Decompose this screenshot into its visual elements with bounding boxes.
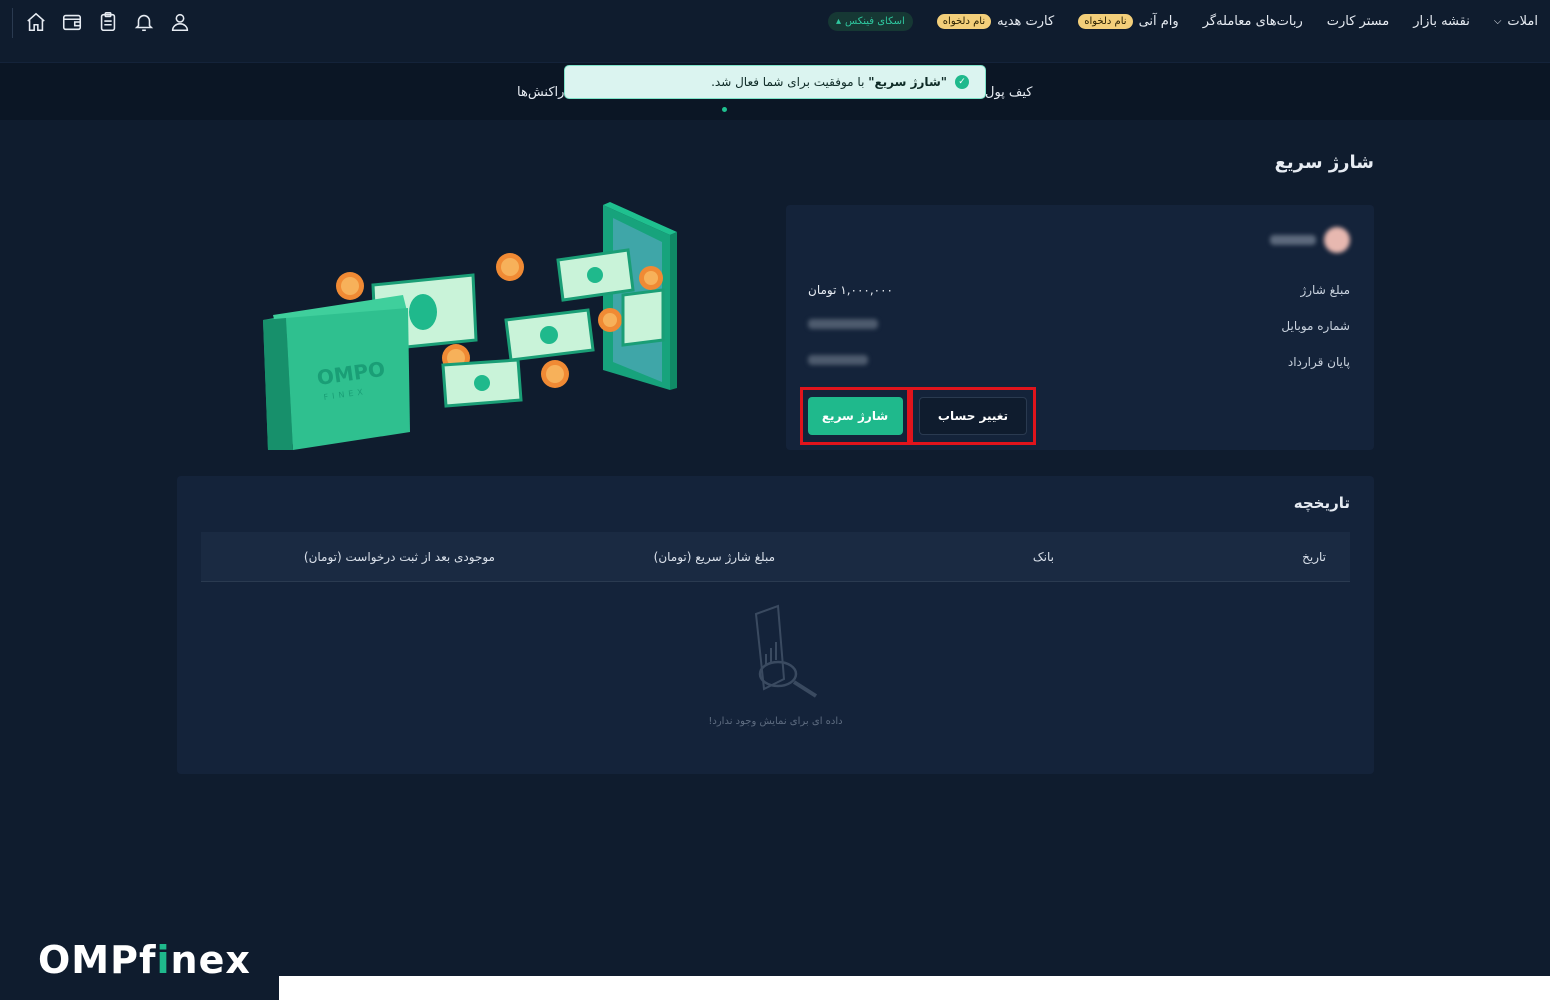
brand-text: OMPf (38, 938, 157, 982)
page-title: شارژ سریع (1274, 152, 1374, 173)
wallet-illustration: OMPO FINEX (263, 295, 410, 450)
info-row-mobile: شماره موبایل (808, 319, 1350, 333)
chevron-down-icon: ⌵ (1493, 15, 1502, 27)
nav-icon-group (24, 10, 192, 34)
nav-item-label: ربات‌های معامله‌گر (1202, 13, 1303, 29)
column-header-amount: مبلغ شارژ سریع (تومان) (653, 550, 775, 564)
quick-charge-info-card: مبلغ شارژ ۱,۰۰۰,۰۰۰ تومان شماره موبایل پ… (786, 205, 1374, 450)
amount-value: ۱,۰۰۰,۰۰۰ تومان (808, 283, 893, 297)
success-toast: ✓ "شارژ سریع" با موفقیت برای شما فعال شد… (564, 65, 986, 99)
nav-item-gift-card[interactable]: کارت هدیه نام دلخواه (925, 13, 1066, 29)
change-account-button[interactable]: تغییر حساب (919, 397, 1027, 435)
history-title: تاریخچه (1293, 494, 1350, 512)
nav-item-trading-bots[interactable]: ربات‌های معامله‌گر (1191, 14, 1315, 29)
change-account-highlight: تغییر حساب (910, 387, 1036, 445)
nav-item-master-card[interactable]: مستر کارت (1315, 14, 1401, 29)
empty-state: داده ای برای نمایش وجود ندارد! (177, 604, 1374, 727)
amount-label: مبلغ شارژ (1300, 283, 1350, 297)
quick-charge-button[interactable]: شارژ سریع (807, 397, 903, 435)
column-header-balance: موجودی بعد از ثبت درخواست (تومان) (303, 550, 495, 564)
table-header: تاریخ بانک مبلغ شارژ سریع (تومان) موجودی… (201, 532, 1350, 582)
tab-transactions[interactable]: راکنش‌ها (517, 85, 564, 100)
nav-item-market-map[interactable]: نقشه بازار (1401, 14, 1482, 29)
column-header-date: تاریخ (1302, 550, 1326, 564)
home-icon[interactable] (24, 10, 48, 34)
tab-wallet[interactable]: کیف پول (985, 85, 1032, 100)
quick-charge-illustration: OMPO FINEX (258, 200, 678, 455)
active-tab-indicator (722, 107, 727, 112)
nav-item-instant-loan[interactable]: وام آنی نام دلخواه (1066, 13, 1190, 29)
history-card: تاریخچه تاریخ بانک مبلغ شارژ سریع (تومان… (177, 476, 1374, 774)
empty-state-text: داده ای برای نمایش وجود ندارد! (708, 716, 843, 727)
avatar (1324, 227, 1350, 253)
wallet-icon[interactable] (60, 10, 84, 34)
clipboard-icon[interactable] (96, 10, 120, 34)
bottom-strip (279, 976, 1550, 1000)
nav-badge: نام دلخواه (1078, 13, 1133, 29)
user-row (1270, 227, 1350, 253)
nav-badge: نام دلخواه (936, 13, 992, 29)
nav-item-label: کارت هدیه (997, 13, 1055, 29)
brand-accent: i (156, 938, 171, 982)
empty-search-icon (754, 604, 817, 698)
bell-icon[interactable] (132, 10, 156, 34)
nav-item-label: املات (1507, 13, 1538, 29)
nav-item-label: نقشه بازار (1413, 13, 1470, 29)
brand-logo: OMPfinex (38, 938, 251, 982)
toast-highlight: "شارژ سریع" (868, 75, 947, 89)
info-row-amount: مبلغ شارژ ۱,۰۰۰,۰۰۰ تومان (808, 283, 1350, 297)
mobile-label: شماره موبایل (1281, 319, 1350, 333)
caret-up-icon: ▴ (835, 15, 841, 27)
quick-charge-highlight: شارژ سریع (800, 387, 910, 445)
toast-message: "شارژ سریع" با موفقیت برای شما فعال شد. (711, 75, 947, 89)
top-navbar: املات ⌵ نقشه بازار مستر کارت ربات‌های مع… (0, 0, 1550, 62)
skyfinex-badge: اسکای فینکس ▴ (827, 11, 913, 31)
nav-divider (12, 8, 13, 38)
toast-text: با موفقیت برای شما فعال شد. (711, 75, 869, 89)
mobile-value-blurred (808, 319, 878, 329)
nav-item-label: وام آنی (1138, 13, 1179, 29)
user-name-blurred (1270, 235, 1316, 245)
contract-label: پایان قرارداد (1287, 355, 1350, 369)
brand-text-end: nex (170, 938, 251, 982)
nav-item-label: مستر کارت (1326, 13, 1390, 29)
nav-item-skyfinex[interactable]: اسکای فینکس ▴ (816, 11, 925, 31)
check-circle-icon: ✓ (955, 75, 969, 89)
contract-value-blurred (808, 355, 868, 365)
skyfinex-label: اسکای فینکس (844, 15, 905, 27)
main-menu: املات ⌵ نقشه بازار مستر کارت ربات‌های مع… (816, 8, 1550, 34)
nav-item-trades[interactable]: املات ⌵ (1482, 14, 1550, 29)
user-icon[interactable] (168, 10, 192, 34)
info-row-contract: پایان قرارداد (808, 355, 1350, 369)
column-header-bank: بانک (1032, 550, 1054, 564)
